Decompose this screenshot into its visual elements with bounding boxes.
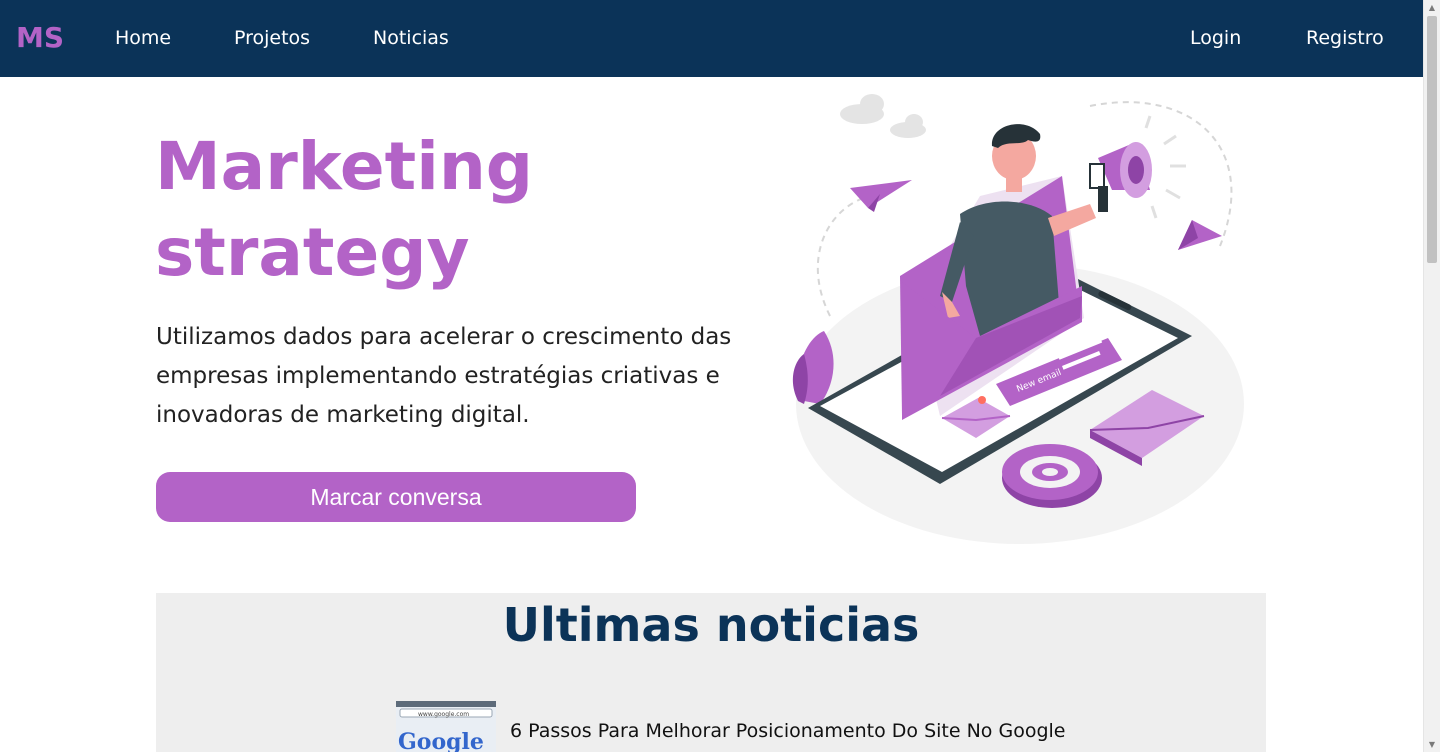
thumb-url: www.google.com (418, 711, 469, 718)
nav-link-home[interactable]: Home (115, 24, 171, 52)
page-scrollbar[interactable]: ▲ ▼ (1423, 0, 1440, 752)
hero-title-line-1: Marketing (155, 128, 534, 205)
nav-link-noticias[interactable]: Noticias (373, 24, 449, 52)
hero-title: Marketing strategy (155, 124, 715, 296)
nav-link-projetos[interactable]: Projetos (234, 24, 310, 52)
scroll-down-arrow-icon[interactable]: ▼ (1427, 740, 1437, 750)
hero-description: Utilizamos dados para acelerar o crescim… (156, 324, 732, 428)
scroll-thumb[interactable] (1427, 16, 1437, 263)
scroll-up-arrow-icon[interactable]: ▲ (1427, 3, 1437, 13)
thumb-google-text: Google (398, 729, 484, 752)
news-item[interactable]: www.google.com Google 6 Passos Para Melh… (396, 701, 1096, 752)
site-logo[interactable]: MS (16, 20, 64, 56)
nav-link-registro[interactable]: Registro (1306, 24, 1384, 52)
news-item-title[interactable]: 6 Passos Para Melhorar Posicionamento Do… (510, 717, 1065, 745)
hero-title-line-2: strategy (155, 214, 470, 291)
megaphone-icon (1089, 115, 1186, 219)
cloud-icon (840, 94, 926, 138)
nav-link-login[interactable]: Login (1190, 24, 1241, 52)
news-thumbnail[interactable]: www.google.com Google (396, 701, 496, 752)
news-section: Ultimas noticias www.google.com Google 6… (156, 593, 1266, 752)
navbar: MS Home Projetos Noticias Login Registro (0, 0, 1423, 77)
marcar-conversa-button[interactable]: Marcar conversa (156, 472, 636, 522)
news-heading: Ultimas noticias (502, 598, 920, 652)
marketing-illustration: New email (790, 86, 1250, 550)
